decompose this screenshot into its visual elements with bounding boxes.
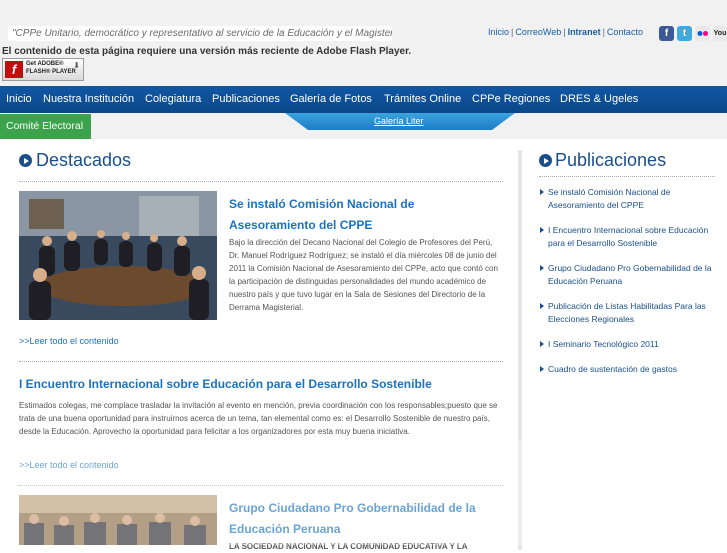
youtube-label: You bbox=[713, 30, 727, 37]
link-contacto[interactable]: Contacto bbox=[607, 27, 643, 37]
flickr-icon[interactable] bbox=[695, 26, 710, 41]
comite-electoral-button[interactable]: Comité Electoral bbox=[0, 114, 91, 139]
top-links: Inicio | CorreoWeb | Intranet | Contacto bbox=[488, 27, 643, 37]
article-photo-group[interactable] bbox=[19, 495, 217, 545]
article-body-3: LA SOCIEDAD NACIONAL Y LA COMUNIDAD EDUC… bbox=[229, 542, 468, 551]
publicacion-item[interactable]: Se instaló Comisión Nacional de Asesoram… bbox=[539, 186, 714, 212]
flash-button-line2: FLASH® PLAYER bbox=[26, 69, 76, 75]
read-more-link-1[interactable]: >>Leer todo el contenido bbox=[19, 336, 119, 346]
article-photo-meeting[interactable] bbox=[19, 191, 217, 320]
link-inicio[interactable]: Inicio bbox=[488, 27, 509, 37]
facebook-icon[interactable]: f bbox=[659, 26, 674, 41]
divider-line bbox=[19, 181, 503, 182]
article-body-1: Bajo la dirección del Decano Nacional de… bbox=[229, 238, 498, 312]
publicacion-item[interactable]: Cuadro de sustentación de gastos bbox=[539, 363, 714, 376]
flash-notice: El contenido de esta página requiere una… bbox=[2, 46, 412, 57]
read-more-link-2[interactable]: >>Leer todo el contenido bbox=[19, 460, 119, 470]
publicacion-item[interactable]: I Seminario Tecnológico 2011 bbox=[539, 338, 714, 351]
get-flash-player-button[interactable]: f Get ADOBE® FLASH® PLAYER ⬇ bbox=[2, 58, 84, 81]
nav-galeria-de-fotos[interactable]: Galería de Fotos bbox=[290, 86, 372, 113]
publicaciones-heading: Publicaciones bbox=[555, 150, 667, 170]
galeria-link[interactable]: Galería Liter bbox=[374, 116, 424, 126]
nav-cppe-regiones[interactable]: CPPe Regiones bbox=[472, 86, 550, 113]
nav-nuestra-institucion[interactable]: Nuestra Institución bbox=[43, 86, 134, 113]
header-band bbox=[0, 0, 727, 86]
twitter-icon[interactable]: t bbox=[677, 26, 692, 41]
download-arrow-icon: ⬇ bbox=[73, 61, 80, 70]
slogan: "CPPe Unitario, democrático y representa… bbox=[8, 26, 392, 41]
article-title-2[interactable]: I Encuentro Internacional sobre Educació… bbox=[19, 374, 509, 395]
link-correoweb[interactable]: CorreoWeb bbox=[515, 27, 561, 37]
column-divider bbox=[518, 150, 522, 550]
divider-line bbox=[539, 176, 715, 177]
flash-logo-icon: f bbox=[5, 61, 23, 78]
publicacion-item[interactable]: Grupo Ciudadano Pro Gobernabilidad de la… bbox=[539, 262, 714, 288]
article-body-2: Estimados colegas, me complace trasladar… bbox=[19, 401, 498, 436]
destacados-bullet-icon bbox=[19, 154, 32, 167]
nav-tramites-online[interactable]: Trámites Online bbox=[384, 86, 461, 113]
publicaciones-bullet-icon bbox=[539, 154, 552, 167]
flash-button-line1: Get ADOBE® bbox=[26, 61, 64, 67]
publicacion-item[interactable]: I Encuentro Internacional sobre Educació… bbox=[539, 224, 714, 250]
publicacion-item[interactable]: Publicación de Listas Habilitadas Para l… bbox=[539, 300, 714, 326]
divider-line bbox=[19, 361, 503, 362]
divider-line bbox=[19, 485, 503, 486]
article-title-1[interactable]: Se instaló Comisión Nacional de Asesoram… bbox=[229, 194, 499, 236]
youtube-icon[interactable]: You bbox=[713, 26, 727, 41]
link-intranet[interactable]: Intranet bbox=[568, 27, 601, 37]
nav-dres-ugeles[interactable]: DRES & Ugeles bbox=[560, 86, 638, 113]
main-nav: Inicio Nuestra Institución Colegiatura P… bbox=[0, 86, 727, 113]
article-title-3[interactable]: Grupo Ciudadano Pro Gobernabilidad de la… bbox=[229, 498, 499, 540]
nav-colegiatura[interactable]: Colegiatura bbox=[145, 86, 201, 113]
destacados-heading: Destacados bbox=[36, 150, 132, 170]
nav-publicaciones[interactable]: Publicaciones bbox=[212, 86, 280, 113]
publicaciones-list: Se instaló Comisión Nacional de Asesoram… bbox=[539, 186, 714, 388]
nav-inicio[interactable]: Inicio bbox=[6, 86, 32, 113]
